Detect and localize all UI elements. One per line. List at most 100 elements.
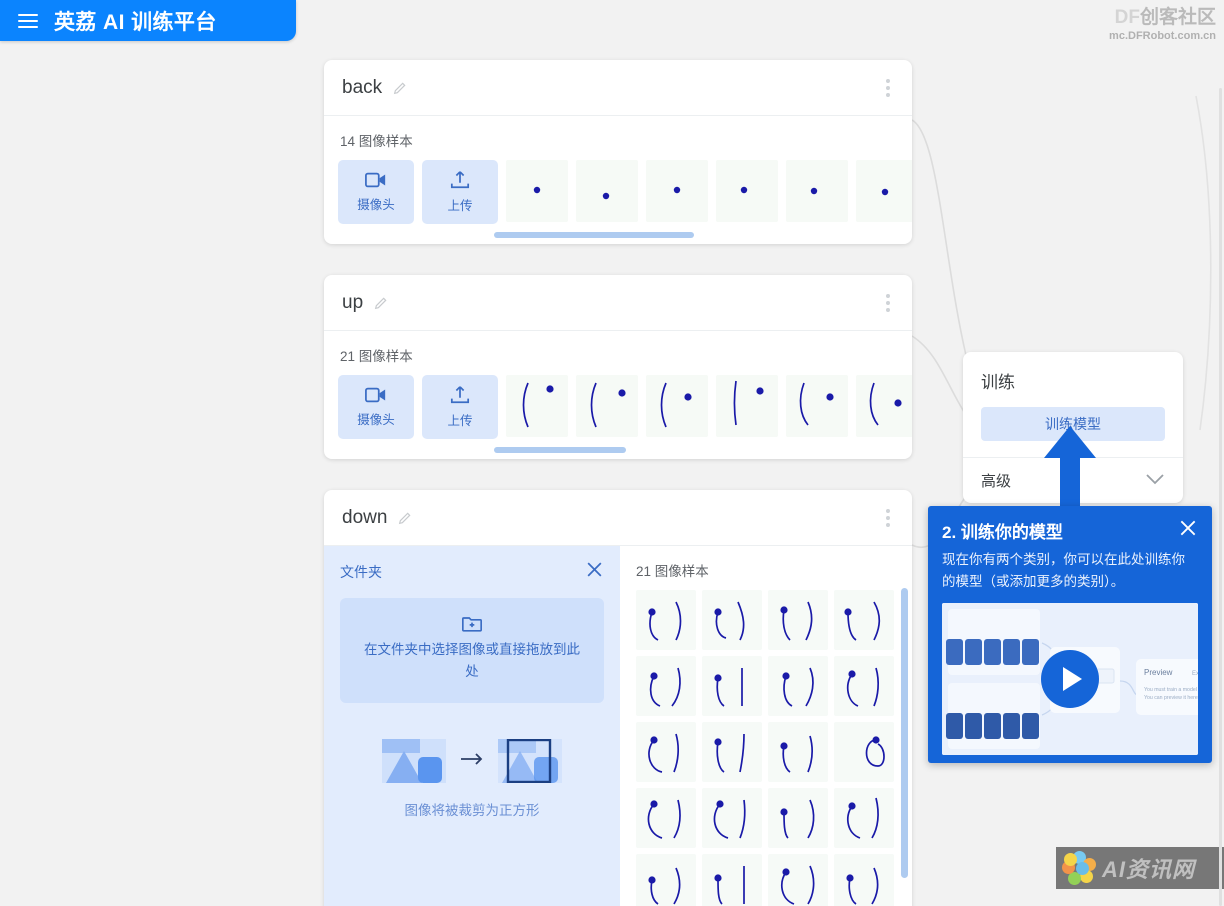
sample-thumbnail[interactable]	[576, 160, 638, 222]
folder-pane-title: 文件夹	[340, 564, 382, 580]
class-card-header: up	[324, 275, 912, 331]
training-title: 训练	[981, 373, 1015, 392]
class-name-label: up	[342, 291, 364, 313]
folder-dropzone[interactable]: 在文件夹中选择图像或直接拖放到此处	[340, 598, 604, 703]
samples-row: 摄像头 上传	[324, 375, 912, 459]
crop-illustration	[340, 739, 604, 783]
class-card-menu-button[interactable]	[882, 503, 894, 533]
samples-grid-pane: 21 图像样本	[620, 546, 912, 906]
sample-thumbnail[interactable]	[834, 854, 894, 906]
close-icon[interactable]	[1178, 518, 1198, 543]
sample-thumbnail[interactable]	[576, 375, 638, 437]
sample-count-label: 14 图像样本	[340, 134, 413, 149]
sample-thumbnail[interactable]	[834, 788, 894, 848]
app-header: 英荔 AI 训练平台	[0, 0, 296, 41]
folder-plus-icon	[362, 614, 582, 633]
sample-thumbnail[interactable]	[646, 375, 708, 437]
webcam-label: 摄像头	[357, 198, 395, 212]
sample-thumbnail[interactable]	[636, 656, 696, 716]
page-vertical-scrollbar[interactable]	[1219, 88, 1222, 906]
sample-count-label: 21 图像样本	[636, 564, 709, 579]
sample-thumbnail[interactable]	[716, 160, 778, 222]
folder-dropzone-text: 在文件夹中选择图像或直接拖放到此处	[364, 642, 580, 679]
class-name-label: down	[342, 506, 388, 528]
sample-thumbnail[interactable]	[786, 160, 848, 222]
watermark-community-text: 创客社区	[1139, 7, 1216, 28]
svg-text:Preview: Preview	[1144, 668, 1173, 677]
upload-label: 上传	[447, 199, 473, 213]
class-card-back: back 14 图像样本 摄像头 上传	[324, 60, 912, 244]
class-card-header: back	[324, 60, 912, 116]
watermark-dfrobot: DF创客社区 mc.DFRobot.com.cn	[1109, 2, 1216, 42]
tutorial-tooltip: 2. 训练你的模型 现在你有两个类别，你可以在此处训练你的模型（或添加更多的类别…	[928, 506, 1212, 763]
sample-thumbnail[interactable]	[702, 656, 762, 716]
watermark-ai-news: AI资讯网	[1056, 847, 1224, 889]
close-icon[interactable]	[585, 560, 604, 584]
sample-thumbnail[interactable]	[834, 656, 894, 716]
svg-text:You can preview it here.: You can preview it here.	[1144, 695, 1198, 701]
chevron-down-icon	[1145, 472, 1165, 489]
class-card-up: up 21 图像样本 摄像头 上传	[324, 275, 912, 459]
watermark-df-text: DF	[1114, 7, 1140, 28]
class-card-menu-button[interactable]	[882, 73, 894, 103]
sample-thumbnail[interactable]	[646, 160, 708, 222]
class-card-header: down	[324, 490, 912, 546]
sample-thumbnail[interactable]	[636, 590, 696, 650]
sample-thumbnail[interactable]	[834, 590, 894, 650]
sample-thumbnail[interactable]	[716, 375, 778, 437]
play-icon[interactable]	[1041, 650, 1099, 708]
hamburger-icon[interactable]	[18, 13, 38, 28]
class-card-body: 文件夹 在文件夹中选择图像或直接拖放到此处 图像将被裁剪为正方形 21 图像样本	[324, 546, 912, 906]
sample-thumbnail[interactable]	[856, 375, 912, 437]
samples-horizontal-scrollbar[interactable]	[494, 232, 694, 238]
svg-text:Export M: Export M	[1192, 671, 1198, 677]
sample-thumbnail[interactable]	[768, 590, 828, 650]
sample-thumbnail[interactable]	[786, 375, 848, 437]
flower-logo-icon	[1062, 851, 1096, 885]
sample-thumbnail[interactable]	[702, 590, 762, 650]
class-card-down: down 文件夹 在文件夹中选择图像或直接拖放到此处 图像将被裁剪为正方形 21…	[324, 490, 912, 906]
webcam-label: 摄像头	[357, 413, 395, 427]
arrow-right-icon	[460, 752, 484, 771]
samples-vertical-scrollbar[interactable]	[901, 588, 908, 878]
webcam-button[interactable]: 摄像头	[338, 375, 414, 439]
sample-thumbnail[interactable]	[856, 160, 912, 222]
sample-thumbnail[interactable]	[506, 375, 568, 437]
webcam-button[interactable]: 摄像头	[338, 160, 414, 224]
edit-pencil-icon[interactable]	[373, 295, 389, 311]
advanced-label: 高级	[981, 473, 1012, 490]
svg-text:You must train a model on the: You must train a model on the left.	[1144, 687, 1198, 693]
page-title: 英荔 AI 训练平台	[54, 10, 217, 34]
sample-thumbnail[interactable]	[768, 656, 828, 716]
class-card-body: 21 图像样本 摄像头 上传	[324, 331, 912, 459]
tutorial-video-thumbnail[interactable]: Training Preview Export M You must train…	[942, 603, 1198, 755]
tooltip-title: 2. 训练你的模型	[942, 523, 1063, 542]
app-root: 英荔 AI 训练平台 DF创客社区 mc.DFRobot.com.cn back…	[0, 0, 1224, 906]
sample-thumbnail[interactable]	[768, 854, 828, 906]
crop-before-image	[382, 739, 446, 783]
samples-row: 摄像头 上传	[324, 160, 912, 244]
sample-thumbnail[interactable]	[636, 722, 696, 782]
upload-button[interactable]: 上传	[422, 375, 498, 439]
samples-horizontal-scrollbar[interactable]	[494, 447, 626, 453]
sample-thumbnail[interactable]	[636, 854, 696, 906]
sample-thumbnail[interactable]	[506, 160, 568, 222]
class-card-body: 14 图像样本 摄像头 上传	[324, 116, 912, 244]
upload-button[interactable]: 上传	[422, 160, 498, 224]
crop-caption: 图像将被裁剪为正方形	[404, 803, 540, 818]
sample-thumbnail[interactable]	[702, 722, 762, 782]
sample-thumbnail[interactable]	[834, 722, 894, 782]
sample-thumbnail[interactable]	[768, 788, 828, 848]
class-name-label: back	[342, 76, 383, 98]
watermark-url: mc.DFRobot.com.cn	[1109, 30, 1216, 42]
sample-thumbnail[interactable]	[636, 788, 696, 848]
tooltip-body: 现在你有两个类别，你可以在此处训练你的模型（或添加更多的类别）。	[942, 552, 1185, 589]
sample-thumbnail[interactable]	[702, 854, 762, 906]
edit-pencil-icon[interactable]	[397, 510, 413, 526]
sample-thumbnail[interactable]	[768, 722, 828, 782]
edit-pencil-icon[interactable]	[392, 80, 408, 96]
sample-count-label: 21 图像样本	[340, 349, 413, 364]
watermark-ai-text: AI资讯网	[1102, 857, 1196, 882]
class-card-menu-button[interactable]	[882, 288, 894, 318]
sample-thumbnail[interactable]	[702, 788, 762, 848]
